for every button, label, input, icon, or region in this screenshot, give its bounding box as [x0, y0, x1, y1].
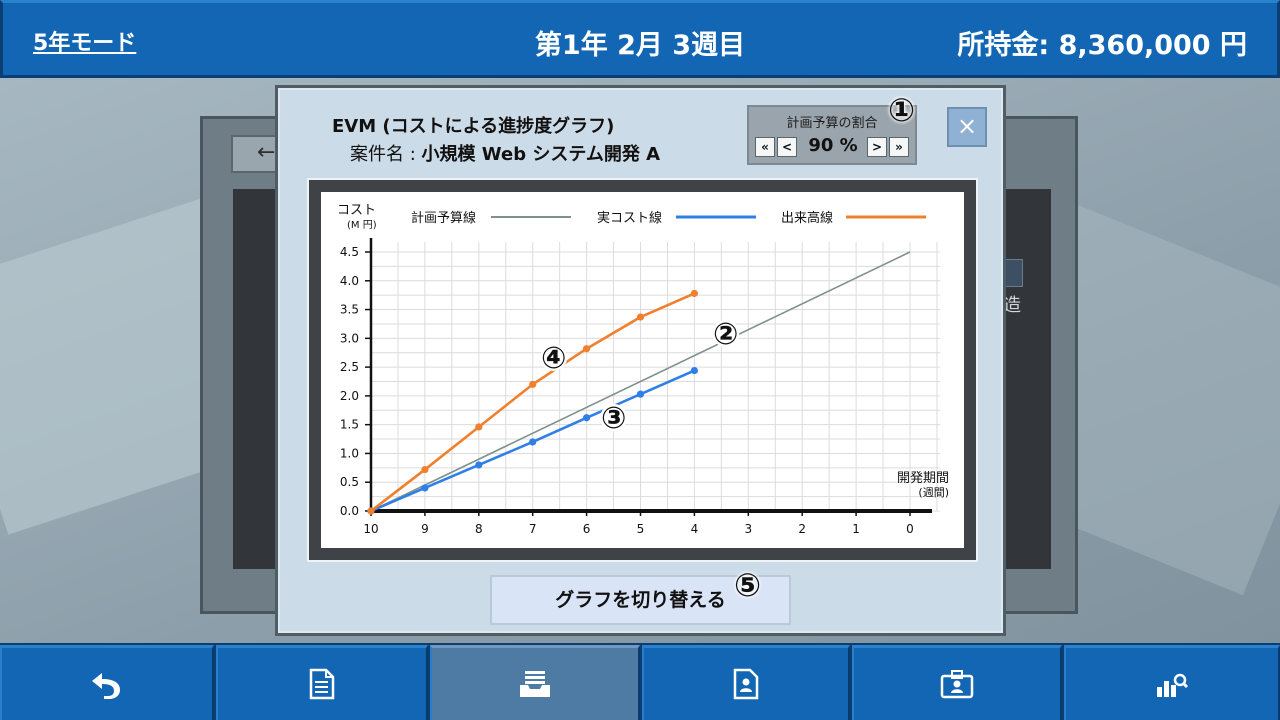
project-label: 案件名 :: [350, 144, 416, 165]
id-badge-icon: [940, 670, 974, 699]
data-point: [475, 461, 483, 469]
data-point: [636, 313, 645, 321]
annotation-marker-3: ③: [601, 401, 626, 436]
x-axis-title: 開発期間: [897, 471, 949, 486]
x-tick-label: 1: [852, 522, 860, 536]
data-point: [636, 390, 645, 398]
chart-series: [367, 251, 911, 515]
evm-dialog: EVM (コストによる進捗度グラフ) 案件名 : 小規模 Web システム開発 …: [275, 85, 1006, 636]
y-tick-label: 1.5: [340, 418, 359, 432]
x-tick-label: 6: [583, 522, 591, 536]
x-tick-label: 9: [421, 522, 429, 536]
project-name: 小規模 Web システム開発 A: [421, 144, 661, 165]
close-button[interactable]: ×: [947, 107, 987, 147]
y-tick-label: 0.5: [340, 475, 359, 489]
y-tick-label: 0.0: [340, 504, 359, 518]
data-point: [583, 414, 591, 422]
y-tick-label: 2.0: [340, 389, 359, 403]
y-tick-label: 3.5: [340, 303, 359, 317]
y-tick-label: 4.5: [340, 245, 359, 259]
chart-search-icon: [1157, 673, 1189, 697]
money-display: 所持金: 8,360,000 円: [957, 30, 1247, 61]
top-status-bar: 5年モード 第1年 2月 3週目 所持金: 8,360,000 円: [0, 0, 1280, 78]
chart-frame: 0.0 0.5 1.0 1.5 2.0 2.5 3.0 3.5 4.0 4.5 10 9 8 7 6 5 4 3 2…: [307, 178, 978, 562]
project-line: 案件名 : 小規模 Web システム開発 A: [350, 140, 660, 166]
y-tick-label: 4.0: [340, 274, 359, 288]
data-point: [421, 465, 429, 474]
x-tick-label: 10: [363, 522, 378, 536]
annotation-marker-2: ②: [713, 317, 738, 352]
x-tick-label: 2: [798, 522, 806, 536]
data-point: [690, 289, 698, 298]
document-button[interactable]: [216, 645, 428, 720]
data-point: [529, 438, 537, 446]
x-tick-label: 0: [906, 522, 914, 536]
chart-tick-labels: 0.00.51.01.52.02.53.03.54.04.510 9 8 7 6 5 4 3 2…: [340, 245, 914, 536]
x-tick-label: 7: [529, 522, 537, 536]
inbox-button[interactable]: [430, 645, 640, 720]
undo-arrow-icon: [92, 673, 120, 699]
y-axis-unit: (M 円): [347, 220, 377, 231]
x-tick-label: 5: [637, 522, 645, 536]
budget-ratio-value: 90 %: [808, 135, 858, 156]
ratio-prev-button[interactable]: <: [777, 137, 797, 157]
y-axis-title: コスト: [337, 203, 376, 218]
annotation-marker-4: ④: [541, 341, 566, 376]
id-badge-button[interactable]: [852, 645, 1062, 720]
x-axis-unit: (週間): [918, 486, 949, 499]
chart-legend: 計画予算線 実コスト線 出来高線: [411, 210, 926, 226]
inbox-tray-icon: [520, 671, 550, 697]
x-tick-label: 8: [475, 522, 483, 536]
evm-chart: 0.0 0.5 1.0 1.5 2.0 2.5 3.0 3.5 4.0 4.5 10 9 8 7 6 5 4 3 2…: [321, 192, 964, 548]
ratio-first-button[interactable]: «: [755, 137, 775, 157]
annotation-marker-5: ⑤: [734, 566, 762, 604]
data-point: [529, 380, 537, 388]
legend-label: 実コスト線: [597, 210, 662, 226]
data-point: [421, 484, 429, 492]
data-point: [690, 366, 698, 375]
dialog-title: EVM (コストによる進捗度グラフ): [332, 116, 615, 137]
y-tick-label: 3.0: [340, 331, 359, 345]
ratio-next-button[interactable]: >: [867, 137, 887, 157]
data-point: [475, 423, 483, 431]
y-tick-label: 2.5: [340, 360, 359, 374]
background-chip: [1003, 259, 1023, 287]
legend-label: 計画予算線: [411, 210, 476, 226]
data-point: [583, 345, 591, 353]
ratio-last-button[interactable]: »: [889, 137, 909, 157]
data-point: [367, 507, 375, 515]
y-tick-label: 1.0: [340, 446, 359, 460]
x-tick-label: 3: [744, 522, 752, 536]
document-icon: [309, 668, 335, 700]
x-tick-label: 4: [691, 522, 699, 536]
annotation-marker-1: ①: [888, 91, 916, 129]
person-document-icon: [733, 668, 759, 700]
analytics-button[interactable]: [1064, 645, 1280, 720]
bottom-toolbar: [0, 643, 1280, 720]
evm-chart-svg: 0.00.51.01.52.02.53.03.54.04.510 9 8 7 6 5 4 3 2…: [337, 203, 949, 536]
legend-label: 出来高線: [781, 210, 833, 226]
back-button[interactable]: [0, 645, 214, 720]
employee-doc-button[interactable]: [642, 645, 850, 720]
